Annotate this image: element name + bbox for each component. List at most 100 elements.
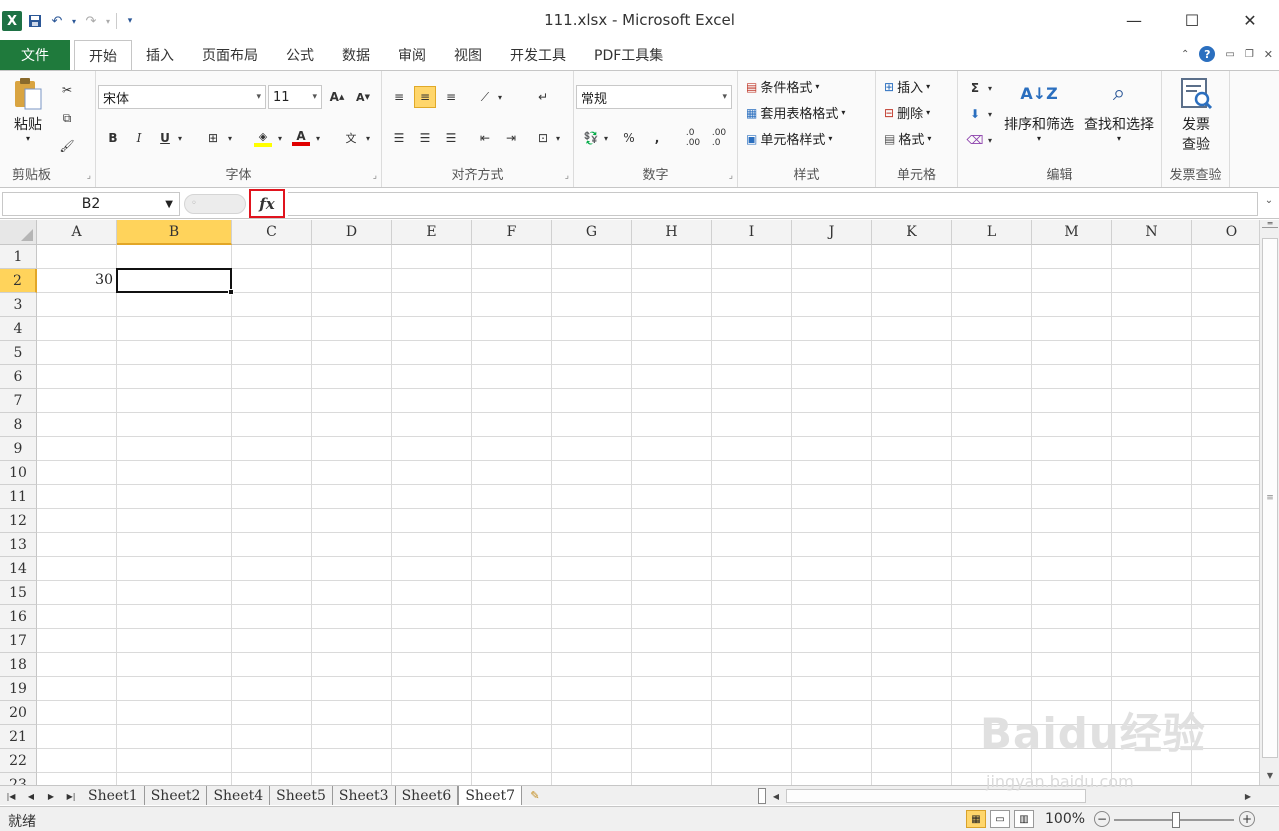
tab-review[interactable]: 审阅: [384, 40, 440, 70]
first-sheet-icon[interactable]: |◀: [2, 788, 20, 804]
page-layout-view-icon[interactable]: ▭: [990, 810, 1010, 828]
clear-dropdown-icon[interactable]: ▾: [984, 129, 996, 151]
column-header-h[interactable]: H: [632, 220, 712, 245]
tab-developer[interactable]: 开发工具: [496, 40, 580, 70]
number-format-select[interactable]: 常规 ▾: [576, 85, 732, 109]
format-cells-button[interactable]: ▤ 格式 ▾: [884, 129, 931, 149]
column-header-d[interactable]: D: [312, 220, 392, 245]
row-header-2[interactable]: 2: [0, 269, 37, 293]
split-handle-icon[interactable]: ═: [1262, 219, 1278, 228]
select-all-button[interactable]: [0, 220, 37, 245]
row-header-9[interactable]: 9: [0, 437, 37, 461]
autosum-icon[interactable]: Σ: [964, 77, 986, 99]
expand-formula-bar-icon[interactable]: ⌄: [1262, 195, 1276, 213]
column-header-o[interactable]: O: [1192, 220, 1259, 245]
orientation-icon[interactable]: ⟋: [474, 86, 496, 108]
cut-icon[interactable]: ✂: [56, 79, 78, 101]
zoom-out-icon[interactable]: −: [1094, 811, 1110, 827]
column-header-m[interactable]: M: [1032, 220, 1112, 245]
font-name-select[interactable]: 宋体 ▾: [98, 85, 266, 109]
scroll-right-icon[interactable]: ▶: [1240, 788, 1256, 804]
sheet-tab[interactable]: Sheet4: [207, 786, 271, 805]
formula-input[interactable]: [288, 192, 1258, 216]
accounting-format-icon[interactable]: 💱: [580, 127, 602, 149]
row-header-13[interactable]: 13: [0, 533, 37, 557]
tab-file[interactable]: 文件: [0, 40, 70, 70]
insert-cells-button[interactable]: ⊞ 插入 ▾: [884, 77, 930, 97]
borders-dropdown-icon[interactable]: ▾: [224, 127, 236, 149]
orientation-dropdown-icon[interactable]: ▾: [494, 86, 506, 108]
column-header-f[interactable]: F: [472, 220, 552, 245]
horizontal-scroll-thumb[interactable]: [786, 789, 1086, 803]
sheet-tab-active[interactable]: Sheet7: [458, 786, 523, 805]
phonetic-dropdown-icon[interactable]: ▾: [362, 127, 374, 149]
zoom-slider-thumb[interactable]: [1172, 812, 1180, 828]
last-sheet-icon[interactable]: ▶|: [62, 788, 80, 804]
row-header-16[interactable]: 16: [0, 605, 37, 629]
align-center-icon[interactable]: ☰: [414, 127, 436, 149]
font-size-select[interactable]: 11 ▾: [268, 85, 322, 109]
decrease-indent-icon[interactable]: ⇤: [474, 127, 496, 149]
cell-a2[interactable]: 30: [37, 272, 113, 288]
format-as-table-button[interactable]: ▦ 套用表格格式 ▾: [746, 103, 845, 123]
font-launcher-icon[interactable]: ⌟: [373, 171, 377, 181]
name-box[interactable]: B2 ▼: [2, 192, 180, 216]
prev-sheet-icon[interactable]: ◀: [22, 788, 40, 804]
tab-page-layout[interactable]: 页面布局: [188, 40, 272, 70]
find-select-button[interactable]: ⌕ 查找和选择 ▾: [1080, 77, 1158, 143]
row-header-20[interactable]: 20: [0, 701, 37, 725]
wrap-text-icon[interactable]: ↵: [532, 86, 554, 108]
row-header-10[interactable]: 10: [0, 461, 37, 485]
italic-icon[interactable]: I: [128, 127, 150, 149]
align-top-icon[interactable]: ≡: [388, 86, 410, 108]
align-left-icon[interactable]: ☰: [388, 127, 410, 149]
column-header-n[interactable]: N: [1112, 220, 1192, 245]
conditional-formatting-button[interactable]: ▤ 条件格式 ▾: [746, 77, 819, 97]
tab-split-handle[interactable]: [758, 788, 766, 804]
comma-style-icon[interactable]: ,: [646, 127, 668, 149]
increase-decimal-icon[interactable]: .0.00: [682, 127, 704, 149]
increase-indent-icon[interactable]: ⇥: [500, 127, 522, 149]
vertical-scroll-thumb[interactable]: ≡: [1262, 238, 1278, 758]
fill-color-icon[interactable]: ◈: [252, 127, 274, 149]
row-header-22[interactable]: 22: [0, 749, 37, 773]
align-bottom-icon[interactable]: ≡: [440, 86, 462, 108]
row-header-7[interactable]: 7: [0, 389, 37, 413]
vertical-scrollbar[interactable]: ═ ≡ ▼: [1259, 219, 1279, 785]
row-header-11[interactable]: 11: [0, 485, 37, 509]
fill-color-dropdown-icon[interactable]: ▾: [274, 127, 286, 149]
scroll-down-icon[interactable]: ▼: [1262, 767, 1278, 783]
scroll-left-icon[interactable]: ◀: [768, 788, 784, 804]
cell-styles-button[interactable]: ▣ 单元格样式 ▾: [746, 129, 832, 149]
fill-dropdown-icon[interactable]: ▾: [984, 103, 996, 125]
align-right-icon[interactable]: ☰: [440, 127, 462, 149]
next-sheet-icon[interactable]: ▶: [42, 788, 60, 804]
row-header-19[interactable]: 19: [0, 677, 37, 701]
increase-font-icon[interactable]: A ▲: [326, 86, 348, 108]
borders-icon[interactable]: ⊞: [202, 127, 224, 149]
maximize-button[interactable]: ☐: [1163, 0, 1221, 40]
autosum-dropdown-icon[interactable]: ▾: [984, 77, 996, 99]
doc-minimize-icon[interactable]: ▭: [1225, 49, 1234, 60]
sheet-tab[interactable]: Sheet3: [332, 786, 396, 805]
insert-sheet-icon[interactable]: ✎: [522, 786, 548, 805]
tab-pdf-tools[interactable]: PDF工具集: [580, 40, 677, 70]
help-icon[interactable]: ?: [1199, 46, 1216, 62]
tab-data[interactable]: 数据: [328, 40, 384, 70]
sheet-tab[interactable]: Sheet2: [144, 786, 208, 805]
zoom-level[interactable]: 100%: [1045, 811, 1085, 827]
fill-handle[interactable]: [228, 289, 234, 295]
row-header-23[interactable]: 23: [0, 773, 37, 785]
accounting-dropdown-icon[interactable]: ▾: [600, 127, 612, 149]
page-break-view-icon[interactable]: ▥: [1014, 810, 1034, 828]
worksheet-grid[interactable]: A B C D E F G H I J K L M N O 1 2 3 4 5 6 7 8 9 10 11 12 13 14 15 16 17…: [0, 220, 1259, 785]
clear-icon[interactable]: ⌫: [964, 129, 986, 151]
tab-insert[interactable]: 插入: [132, 40, 188, 70]
doc-close-icon[interactable]: ✕: [1264, 48, 1273, 61]
row-header-17[interactable]: 17: [0, 629, 37, 653]
font-color-dropdown-icon[interactable]: ▾: [312, 127, 324, 149]
zoom-in-icon[interactable]: +: [1239, 811, 1255, 827]
column-header-a[interactable]: A: [37, 220, 117, 245]
row-header-4[interactable]: 4: [0, 317, 37, 341]
sheet-tab[interactable]: Sheet5: [270, 786, 333, 805]
